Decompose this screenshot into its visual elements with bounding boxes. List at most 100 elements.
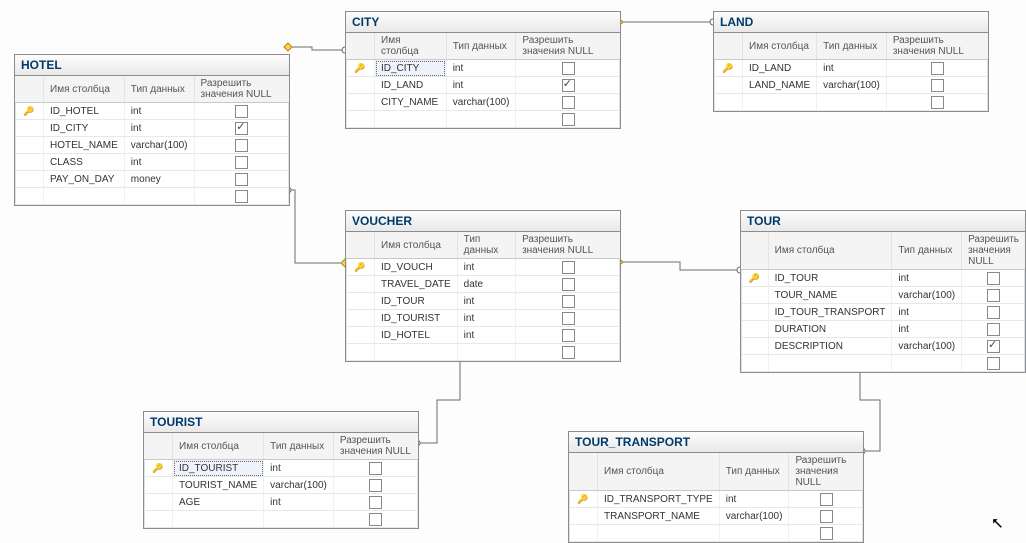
col-type-cell[interactable] <box>892 355 962 372</box>
col-null-cell[interactable] <box>516 327 620 344</box>
table-title[interactable]: VOUCHER <box>346 211 620 232</box>
col-null-cell[interactable] <box>962 304 1025 321</box>
col-name-cell[interactable]: ID_HOTEL <box>375 327 458 344</box>
col-name-cell[interactable]: ID_CITY <box>375 60 447 77</box>
null-checkbox[interactable] <box>235 139 248 152</box>
col-type-cell[interactable]: date <box>457 276 515 293</box>
table-row[interactable]: 🔑ID_TRANSPORT_TYPEint <box>569 491 863 508</box>
col-type-cell[interactable] <box>817 94 887 111</box>
null-checkbox[interactable] <box>562 261 575 274</box>
col-null-cell[interactable] <box>962 270 1025 287</box>
table-row[interactable] <box>15 188 289 205</box>
null-checkbox[interactable] <box>235 190 248 203</box>
table-row[interactable]: 🔑ID_CITYint <box>346 60 620 77</box>
table-row[interactable] <box>714 94 988 111</box>
col-type-cell[interactable] <box>264 511 334 528</box>
col-name-cell[interactable]: LAND_NAME <box>743 77 817 94</box>
table-title[interactable]: LAND <box>714 12 988 33</box>
col-type-cell[interactable] <box>124 188 194 205</box>
null-checkbox[interactable] <box>562 79 575 92</box>
null-checkbox[interactable] <box>235 105 248 118</box>
table-row[interactable] <box>144 511 418 528</box>
col-type-cell[interactable]: int <box>892 304 962 321</box>
col-type-cell[interactable]: varchar(100) <box>817 77 887 94</box>
null-checkbox[interactable] <box>562 346 575 359</box>
null-checkbox[interactable] <box>562 113 575 126</box>
table-title[interactable]: HOTEL <box>15 55 289 76</box>
col-name-cell[interactable]: DESCRIPTION <box>768 338 892 355</box>
col-type-cell[interactable]: int <box>446 60 516 77</box>
col-name-cell[interactable]: HOTEL_NAME <box>44 137 125 154</box>
null-checkbox[interactable] <box>987 357 1000 370</box>
table-tourist[interactable]: TOURISTИмя столбцаТип данныхРазрешить зн… <box>143 411 419 529</box>
col-null-cell[interactable] <box>789 525 863 542</box>
col-type-cell[interactable]: int <box>817 60 887 77</box>
null-checkbox[interactable] <box>562 96 575 109</box>
table-voucher[interactable]: VOUCHERИмя столбцаТип данныхРазрешить зн… <box>345 210 621 362</box>
col-null-cell[interactable] <box>516 293 620 310</box>
null-checkbox[interactable] <box>235 156 248 169</box>
table-land[interactable]: LANDИмя столбцаТип данныхРазрешить значе… <box>713 11 989 112</box>
col-null-cell[interactable] <box>962 321 1025 338</box>
col-type-cell[interactable]: int <box>892 270 962 287</box>
table-row[interactable]: ID_TOURISTint <box>346 310 620 327</box>
col-null-cell[interactable] <box>516 310 620 327</box>
table-row[interactable]: TRANSPORT_NAMEvarchar(100) <box>569 508 863 525</box>
col-null-cell[interactable] <box>962 287 1025 304</box>
col-name-cell[interactable] <box>375 344 458 361</box>
null-checkbox[interactable] <box>931 96 944 109</box>
col-name-cell[interactable]: TRANSPORT_NAME <box>598 508 720 525</box>
col-type-cell[interactable]: int <box>457 293 515 310</box>
col-name-cell[interactable]: ID_TOUR_TRANSPORT <box>768 304 892 321</box>
table-row[interactable] <box>569 525 863 542</box>
null-checkbox[interactable] <box>369 496 382 509</box>
col-type-cell[interactable] <box>446 111 516 128</box>
col-null-cell[interactable] <box>194 137 289 154</box>
col-null-cell[interactable] <box>789 508 863 525</box>
col-null-cell[interactable] <box>886 94 988 111</box>
col-name-cell[interactable]: CITY_NAME <box>375 94 447 111</box>
col-type-cell[interactable]: int <box>457 310 515 327</box>
null-checkbox[interactable] <box>369 513 382 526</box>
col-name-cell[interactable]: ID_TOUR <box>768 270 892 287</box>
col-name-cell[interactable]: ID_TOUR <box>375 293 458 310</box>
table-row[interactable]: TOURIST_NAMEvarchar(100) <box>144 477 418 494</box>
col-type-cell[interactable]: varchar(100) <box>892 287 962 304</box>
null-checkbox[interactable] <box>562 329 575 342</box>
col-type-cell[interactable] <box>457 344 515 361</box>
table-row[interactable]: CITY_NAMEvarchar(100) <box>346 94 620 111</box>
col-null-cell[interactable] <box>516 77 620 94</box>
col-null-cell[interactable] <box>789 491 863 508</box>
table-row[interactable]: TRAVEL_DATEdate <box>346 276 620 293</box>
col-name-cell[interactable] <box>375 111 447 128</box>
col-name-cell[interactable]: ID_HOTEL <box>44 103 125 120</box>
col-name-cell[interactable] <box>173 511 264 528</box>
col-name-cell[interactable]: AGE <box>173 494 264 511</box>
null-checkbox[interactable] <box>369 462 382 475</box>
table-row[interactable]: DESCRIPTIONvarchar(100) <box>741 338 1025 355</box>
col-type-cell[interactable]: varchar(100) <box>124 137 194 154</box>
null-checkbox[interactable] <box>235 122 248 135</box>
table-row[interactable]: ID_LANDint <box>346 77 620 94</box>
table-row[interactable]: CLASSint <box>15 154 289 171</box>
null-checkbox[interactable] <box>987 323 1000 336</box>
col-name-cell[interactable] <box>44 188 125 205</box>
table-hotel[interactable]: HOTELИмя столбцаТип данныхРазрешить знач… <box>14 54 290 206</box>
table-row[interactable]: 🔑ID_LANDint <box>714 60 988 77</box>
null-checkbox[interactable] <box>987 272 1000 285</box>
table-row[interactable]: 🔑ID_TOURISTint <box>144 460 418 477</box>
col-null-cell[interactable] <box>516 344 620 361</box>
col-null-cell[interactable] <box>962 355 1025 372</box>
col-null-cell[interactable] <box>516 60 620 77</box>
col-name-cell[interactable]: CLASS <box>44 154 125 171</box>
col-type-cell[interactable]: varchar(100) <box>264 477 334 494</box>
table-title[interactable]: TOURIST <box>144 412 418 433</box>
col-type-cell[interactable]: int <box>446 77 516 94</box>
col-name-cell[interactable] <box>743 94 817 111</box>
col-type-cell[interactable]: int <box>457 259 515 276</box>
table-row[interactable]: 🔑ID_VOUCHint <box>346 259 620 276</box>
col-null-cell[interactable] <box>194 188 289 205</box>
col-null-cell[interactable] <box>886 60 988 77</box>
table-row[interactable]: LAND_NAMEvarchar(100) <box>714 77 988 94</box>
null-checkbox[interactable] <box>562 62 575 75</box>
